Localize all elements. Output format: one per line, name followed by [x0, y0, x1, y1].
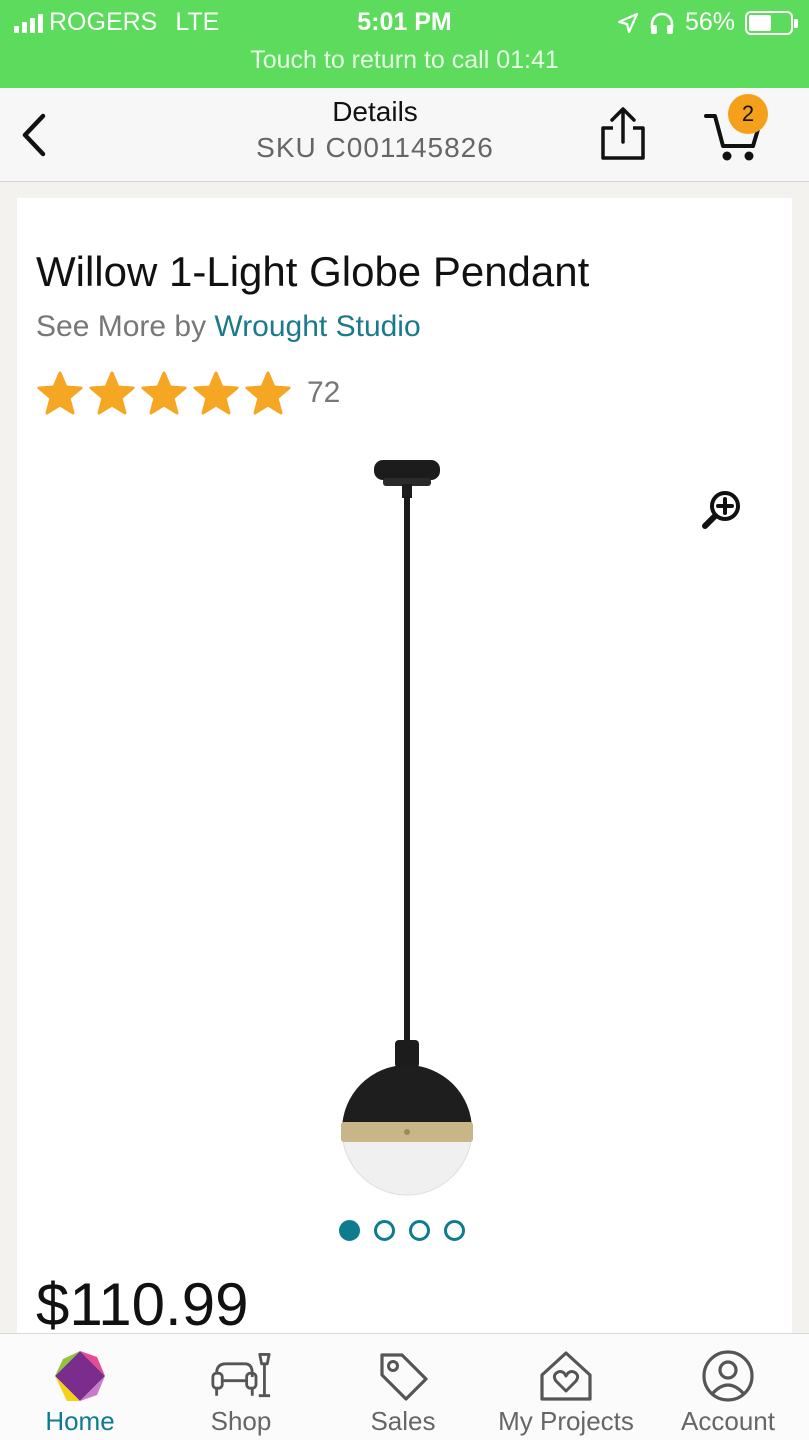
house-heart-icon — [540, 1351, 592, 1401]
star-icon — [37, 371, 83, 415]
product-image[interactable] — [327, 450, 487, 1200]
tab-label: Sales — [370, 1406, 436, 1436]
tab-account[interactable]: Account — [672, 1334, 784, 1440]
product-card: Willow 1-Light Globe Pendant See More by… — [17, 198, 792, 1338]
battery-icon — [745, 10, 798, 35]
tab-label: Shop — [210, 1406, 272, 1436]
tab-label: Home — [45, 1406, 115, 1436]
tab-bar: Home Shop Sales My Projects Account — [0, 1333, 809, 1440]
tab-home[interactable]: Home — [40, 1334, 120, 1440]
image-pagination[interactable] — [339, 1220, 465, 1241]
location-arrow-icon — [617, 12, 639, 33]
battery-percent: 56% — [684, 8, 735, 36]
pagination-dot[interactable] — [444, 1220, 465, 1241]
star-icon — [89, 371, 135, 415]
product-title: Willow 1-Light Globe Pendant — [36, 248, 590, 295]
pagination-dot[interactable] — [339, 1220, 360, 1241]
tab-sales[interactable]: Sales — [363, 1334, 443, 1440]
tab-my-projects[interactable]: My Projects — [486, 1334, 646, 1440]
status-bar: ROGERS LTE 5:01 PM 56% Touch to return t… — [0, 0, 809, 88]
star-icon — [193, 371, 239, 415]
review-count: 72 — [307, 376, 341, 409]
share-button[interactable] — [596, 106, 650, 162]
home-logo-icon — [55, 1351, 105, 1401]
see-more-prefix: See More by — [36, 310, 215, 343]
tab-shop[interactable]: Shop — [201, 1334, 281, 1440]
star-rating — [36, 370, 292, 416]
brand-link[interactable]: Wrought Studio — [214, 310, 420, 343]
pagination-dot[interactable] — [409, 1220, 430, 1241]
star-icon — [245, 371, 291, 415]
sofa-lamp-icon — [211, 1353, 271, 1398]
tag-icon — [380, 1353, 428, 1401]
headphones-icon — [650, 12, 674, 34]
pagination-dot[interactable] — [374, 1220, 395, 1241]
details-header: Details SKU C001145826 — [0, 88, 809, 182]
rating[interactable]: 72 — [36, 370, 340, 416]
zoom-in-icon — [702, 491, 740, 529]
return-to-call-banner[interactable]: Touch to return to call 01:41 — [0, 46, 809, 75]
product-price: $110.99 — [36, 1271, 249, 1338]
tab-label: Account — [681, 1406, 775, 1436]
see-more-by-brand: See More by Wrought Studio — [36, 310, 421, 344]
share-icon — [601, 107, 645, 160]
user-circle-icon — [702, 1350, 754, 1402]
zoom-button[interactable] — [700, 488, 744, 532]
tab-label: My Projects — [498, 1406, 634, 1436]
star-icon — [141, 371, 187, 415]
cart-count-badge: 2 — [728, 94, 768, 134]
